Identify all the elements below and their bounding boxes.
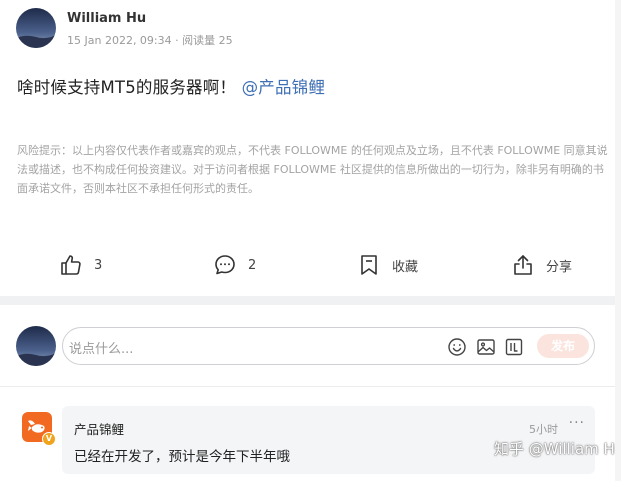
scroll-gutter <box>615 0 621 481</box>
post-card: William Hu 15 Jan 2022, 09:34 · 阅读量 25 啥… <box>0 0 615 296</box>
favorite-button[interactable]: 收藏 <box>356 240 418 290</box>
author-name[interactable]: William Hu <box>67 11 146 26</box>
watermark: 知乎 @William Hu <box>494 440 621 458</box>
share-button[interactable]: 分享 <box>510 240 572 290</box>
like-button[interactable]: 3 <box>58 240 102 290</box>
share-label: 分享 <box>546 259 573 275</box>
reply-text: 已经在开发了，预计是今年下半年哦 <box>74 449 290 465</box>
reply-author-name[interactable]: 产品锦鲤 <box>74 419 124 438</box>
author-avatar[interactable] <box>16 8 56 48</box>
emoji-icon[interactable] <box>447 337 467 357</box>
image-icon[interactable] <box>476 337 496 357</box>
comment-button[interactable]: 2 <box>212 240 256 290</box>
verified-badge: V <box>42 432 56 446</box>
thumbs-up-icon <box>58 252 84 278</box>
like-count: 3 <box>94 257 103 273</box>
risk-disclaimer: 风险提示：以上内容仅代表作者或嘉宾的观点，不代表 FOLLOWME 的任何观点及… <box>17 144 608 195</box>
mention-link[interactable]: @产品锦鲤 <box>242 78 326 97</box>
more-options-icon[interactable]: ··· <box>569 415 585 431</box>
share-icon <box>510 252 536 278</box>
comment-separator <box>0 386 615 387</box>
post-body: 啥时候支持MT5的服务器啊！ @产品锦鲤 <box>17 74 325 98</box>
comment-composer[interactable]: 说点什么... 发布 <box>62 327 595 365</box>
bookmark-icon <box>356 252 382 278</box>
post-meta: 15 Jan 2022, 09:34 · 阅读量 25 <box>67 34 233 47</box>
favorite-label: 收藏 <box>392 259 419 275</box>
comment-input[interactable]: 说点什么... <box>69 338 133 357</box>
reply-timestamp: 5小时 <box>529 423 558 436</box>
composer-avatar <box>16 326 56 366</box>
section-divider <box>0 296 615 305</box>
post-comment-button[interactable]: 发布 <box>537 334 589 358</box>
speech-bubble-icon <box>212 252 238 278</box>
gif-icon[interactable] <box>504 337 524 357</box>
action-bar: 3 2 收藏 分享 <box>0 240 615 290</box>
post-text: 啥时候支持MT5的服务器啊！ <box>17 78 237 97</box>
comment-count: 2 <box>248 257 257 273</box>
